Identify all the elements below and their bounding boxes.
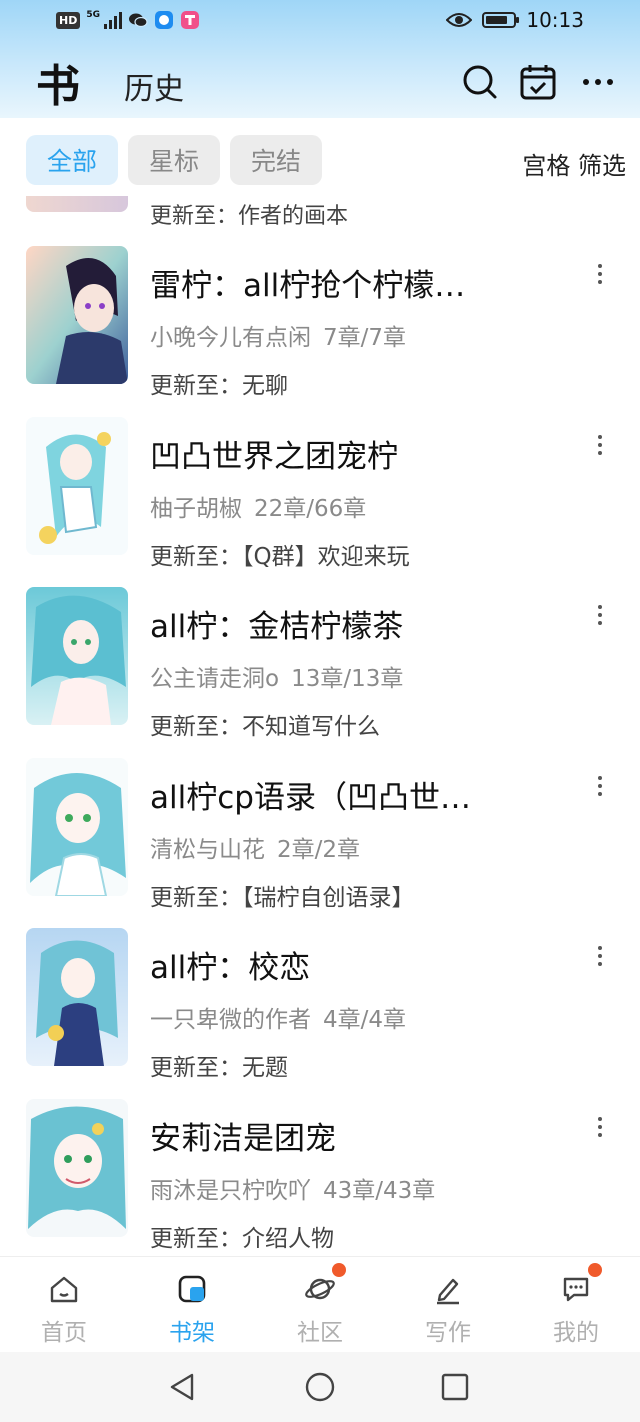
book-meta: 柚子胡椒 22章/66章 <box>150 489 366 523</box>
filter-bar: 全部 星标 完结 宫格 筛选 <box>0 118 640 200</box>
book-cover <box>26 758 128 896</box>
book-cover <box>26 417 128 555</box>
book-update: 更新至：无题 <box>150 1055 288 1081</box>
list-item[interactable]: 雷柠：all柠抢个柠檬… 小晚今儿有点闲 7章/7章 更新至：无聊 <box>0 246 640 416</box>
book-chapters: 7章/7章 <box>323 325 407 351</box>
book-update: 更新至：无聊 <box>150 373 288 399</box>
book-meta: 小晚今儿有点闲 7章/7章 <box>150 318 406 352</box>
book-chapters: 43章/43章 <box>323 1178 436 1204</box>
battery-icon <box>482 12 520 28</box>
list-item[interactable]: all柠cp语录（凹凸世… 清松与山花 2章/2章 更新至：【瑞柠自创语录】 <box>0 758 640 928</box>
network-type: 5G <box>86 10 100 20</box>
book-chapters: 13章/13章 <box>291 666 404 692</box>
item-more-icon[interactable] <box>592 435 608 459</box>
book-author: 公主请走洞o <box>150 666 280 692</box>
book-cover <box>26 196 128 212</box>
book-author: 小晚今儿有点闲 <box>150 325 311 351</box>
search-icon[interactable] <box>460 62 500 102</box>
book-chapters: 22章/66章 <box>254 496 367 522</box>
book-cover <box>26 1099 128 1237</box>
book-chapters: 4章/4章 <box>323 1007 407 1033</box>
book-author: 清松与山花 <box>150 837 265 863</box>
nav-bookshelf[interactable]: 书架 <box>128 1257 256 1353</box>
grid-filter-button[interactable]: 宫格 筛选 <box>522 146 626 181</box>
book-update: 更新至：【Q群】欢迎来玩 <box>150 544 410 570</box>
book-title: all柠：校恋 <box>150 950 311 986</box>
nav-label: 书架 <box>169 1320 215 1346</box>
more-horizontal-icon[interactable] <box>578 62 618 102</box>
book-cover <box>26 587 128 725</box>
nav-profile[interactable]: 我的 <box>512 1257 640 1353</box>
book-meta: 公主请走洞o 13章/13章 <box>150 659 403 693</box>
tab-bookshelf[interactable]: 书 <box>36 50 80 114</box>
item-more-icon[interactable] <box>592 605 608 629</box>
book-meta: 雨沐是只柠吹吖 43章/43章 <box>150 1171 435 1205</box>
book-chapters: 2章/2章 <box>277 837 361 863</box>
book-cover <box>26 246 128 384</box>
calendar-check-icon[interactable] <box>518 62 558 102</box>
list-item[interactable]: 安莉洁是团宠 雨沐是只柠吹吖 43章/43章 更新至：介绍人物 <box>0 1099 640 1256</box>
book-author: 一只卑微的作者 <box>150 1007 311 1033</box>
nav-home[interactable]: 首页 <box>0 1257 128 1353</box>
notification-badge <box>588 1263 602 1277</box>
recents-icon[interactable] <box>438 1370 472 1404</box>
nav-label: 写作 <box>425 1320 471 1346</box>
app-notification-icon <box>155 11 173 29</box>
status-left: HD 5G <box>56 10 200 30</box>
signal-icon <box>104 11 122 29</box>
notification-badge <box>332 1263 346 1277</box>
book-meta: 一只卑微的作者 4章/4章 <box>150 1000 406 1034</box>
item-more-icon[interactable] <box>592 264 608 288</box>
wechat-icon <box>129 13 148 28</box>
book-title: 凹凸世界之团宠柠 <box>150 439 398 475</box>
book-title: all柠：金桔柠檬茶 <box>150 609 404 645</box>
item-more-icon[interactable] <box>592 946 608 970</box>
list-item-partial[interactable]: 更新至：作者的画本 <box>0 196 640 229</box>
bookshelf-icon <box>178 1275 206 1303</box>
pen-icon <box>437 1278 459 1305</box>
book-update: 更新至：不知道写什么 <box>150 714 380 740</box>
nav-label: 首页 <box>41 1320 87 1346</box>
header: 书 历史 <box>0 44 640 118</box>
nav-label: 社区 <box>297 1320 343 1346</box>
book-update: 更新至：作者的画本 <box>150 204 349 229</box>
nav-community[interactable]: 社区 <box>256 1257 384 1353</box>
message-icon <box>563 1277 589 1302</box>
status-bar: HD 5G 10:13 <box>0 0 640 44</box>
eye-comfort-icon <box>446 13 473 27</box>
nav-write[interactable]: 写作 <box>384 1257 512 1353</box>
filter-chip-starred[interactable]: 星标 <box>128 135 220 185</box>
hd-badge: HD <box>56 11 81 29</box>
system-nav-bar <box>0 1352 640 1422</box>
item-more-icon[interactable] <box>592 776 608 800</box>
item-more-icon[interactable] <box>592 1117 608 1141</box>
bottom-nav: 首页 书架 社区 写作 我的 <box>0 1256 640 1352</box>
list-item[interactable]: all柠：校恋 一只卑微的作者 4章/4章 更新至：无题 <box>0 928 640 1098</box>
list-item[interactable]: all柠：金桔柠檬茶 公主请走洞o 13章/13章 更新至：不知道写什么 <box>0 587 640 757</box>
app-notification-icon-2 <box>181 11 199 29</box>
book-list: 更新至：作者的画本 雷柠：all柠抢个柠檬… 小晚今儿有点闲 7章/7章 更新至：… <box>0 196 640 1256</box>
planet-icon <box>305 1278 335 1300</box>
filter-chip-all[interactable]: 全部 <box>26 135 118 185</box>
back-icon[interactable] <box>166 1370 200 1404</box>
book-title: 安莉洁是团宠 <box>150 1121 336 1157</box>
top-area: HD 5G 10:13 书 历史 <box>0 0 640 118</box>
home-circle-icon[interactable] <box>303 1370 337 1404</box>
book-title: 雷柠：all柠抢个柠檬… <box>150 268 466 304</box>
book-cover <box>26 928 128 1066</box>
book-meta: 清松与山花 2章/2章 <box>150 830 360 864</box>
book-title: all柠cp语录（凹凸世… <box>150 780 471 816</box>
home-icon <box>50 1276 78 1303</box>
book-update: 更新至：介绍人物 <box>150 1226 334 1252</box>
list-item[interactable]: 凹凸世界之团宠柠 柚子胡椒 22章/66章 更新至：【Q群】欢迎来玩 <box>0 417 640 587</box>
clock: 10:13 <box>526 8 584 32</box>
filter-chip-finished[interactable]: 完结 <box>230 135 322 185</box>
status-right: 10:13 <box>446 8 584 32</box>
tab-history[interactable]: 历史 <box>124 64 184 108</box>
book-author: 柚子胡椒 <box>150 496 242 522</box>
book-update: 更新至：【瑞柠自创语录】 <box>150 885 415 911</box>
nav-label: 我的 <box>553 1320 599 1346</box>
book-author: 雨沐是只柠吹吖 <box>150 1178 311 1204</box>
